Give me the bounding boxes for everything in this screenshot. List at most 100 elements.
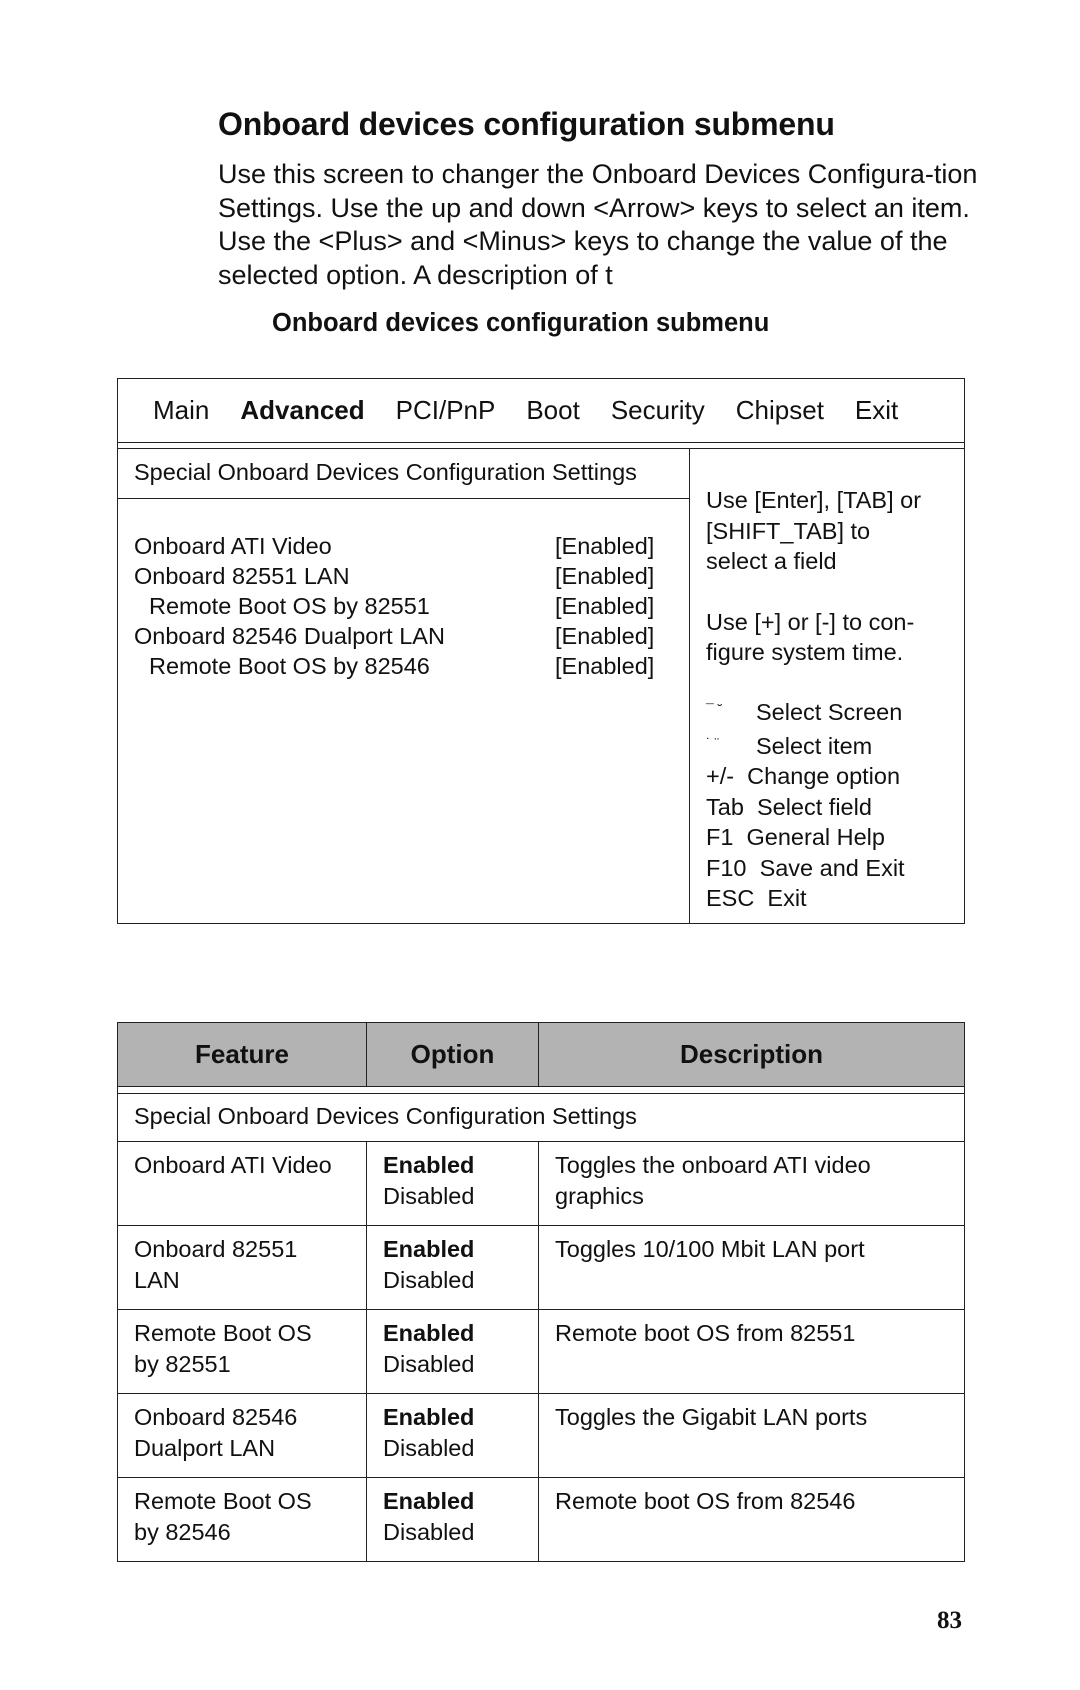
bios-menu-tab-pcipnp[interactable]: PCI/PnP (396, 395, 496, 426)
table-header: Feature Option Description (118, 1023, 964, 1087)
feature-text: Remote Boot OS (134, 1488, 312, 1514)
bios-menu-tab-main[interactable]: Main (153, 395, 209, 426)
header-description: Description (679, 1039, 824, 1069)
table-row: Remote Boot OS by 82546 Enabled Disabled Rem… (118, 1478, 964, 1561)
feature-text: Onboard 82551 (134, 1236, 298, 1262)
key-action: Select field (756, 793, 872, 820)
default-option: Enabled (383, 1236, 475, 1262)
help-text-line: figure system time. (706, 639, 904, 665)
key-action: Exit (767, 885, 807, 911)
feature-cell: Onboard ATI Video (118, 1142, 367, 1225)
key-name: ESC (706, 885, 755, 911)
key-action: Select item (756, 732, 873, 759)
description-cell: Toggles 10/100 Mbit LAN port (555, 1236, 865, 1262)
default-option: Enabled (383, 1404, 475, 1430)
setting-value: [Enabled] (555, 563, 655, 589)
option-cell: Enabled Disabled (367, 1394, 539, 1477)
bios-menu-tab-security[interactable]: Security (611, 395, 705, 426)
setting-label: Onboard 82551 LAN (134, 563, 350, 589)
option-cell: Enabled Disabled (367, 1142, 539, 1225)
option: Disabled (383, 1351, 475, 1377)
feature-text: by 82546 (134, 1519, 231, 1545)
bios-settings-pane: Special Onboard Devices Configuration Se… (118, 449, 690, 923)
divider (118, 1087, 964, 1094)
default-option: Enabled (383, 1152, 475, 1178)
bios-menu-tab-advanced[interactable]: Advanced (240, 395, 364, 426)
setting-value: [Enabled] (555, 533, 655, 559)
feature-cell: Remote Boot OS by 82546 (118, 1478, 367, 1561)
key-name: F10 (706, 854, 747, 881)
bios-menu-tab-boot[interactable]: Boot (526, 395, 580, 426)
feature-cell: Remote Boot OS by 82551 (118, 1310, 367, 1393)
figure-caption: Onboard devices configuration submenu (272, 309, 770, 337)
option: Disabled (383, 1183, 475, 1209)
key-legend-row: F1 General Help (706, 822, 905, 853)
description-cell: Toggles the onboard ATI video graphics (555, 1152, 871, 1209)
setting-label: Remote Boot OS by 82551 (149, 593, 430, 619)
header-feature: Feature (118, 1023, 367, 1086)
help-text-line: Use [+] or [-] to con- (706, 608, 915, 635)
key-legend-row: +/- Change option (706, 761, 905, 792)
table-row: Onboard 82551 LAN Enabled Disabled Toggles 1… (118, 1226, 964, 1310)
feature-text: Onboard 82546 (134, 1404, 298, 1430)
help-text-line: Use [Enter], [TAB] or (706, 487, 922, 513)
bios-menu-tab-chipset[interactable]: Chipset (736, 395, 824, 426)
key-legend-row: Tab Select field (706, 792, 905, 823)
bios-section-title: Special Onboard Devices Configuration Se… (118, 449, 689, 499)
bios-menu-tab-exit[interactable]: Exit (855, 395, 898, 426)
table-row: Remote Boot OS by 82551 Enabled Disabled Rem… (118, 1310, 964, 1394)
bios-help-pane: Use [Enter], [TAB] or [SHIFT_TAB] to selec… (706, 485, 956, 668)
key-legend-row: F10 Save and Exit (706, 853, 905, 884)
key-legend-row: ˙ ¨ Select item (706, 728, 905, 762)
key-action: Change option (747, 763, 901, 789)
default-option: Enabled (383, 1320, 475, 1346)
arrow-keys-icon: ˙ ¨ (706, 734, 720, 751)
help-text-line: [SHIFT_TAB] to (706, 517, 871, 544)
option-cell: Enabled Disabled (367, 1226, 539, 1309)
feature-text: Dualport LAN (134, 1435, 276, 1461)
feature-text: by 82551 (134, 1351, 231, 1377)
key-name: F1 (706, 824, 734, 850)
feature-text: Onboard ATI Video (134, 1152, 332, 1178)
key-name: +/- (706, 763, 735, 789)
bios-screen-figure: Main Advanced PCI/PnP Boot Security Chipset Ex… (117, 378, 965, 924)
section-heading: Onboard devices configuration submenu (218, 106, 835, 142)
setting-label: Onboard 82546 Dualport LAN (134, 623, 445, 649)
option: Disabled (383, 1267, 475, 1293)
header-option: Option (367, 1023, 539, 1086)
description-cell: Remote boot OS from 82546 (555, 1488, 856, 1514)
arrow-keys-icon: ¯ ˘ (706, 701, 723, 717)
table-row: Onboard 82546 Dualport LAN Enabled Disabled… (118, 1394, 964, 1478)
key-legend-row: ¯ ˘ Select Screen (706, 694, 905, 728)
bios-key-legend: ¯ ˘ Select Screen ˙ ¨ Select item +/- Change… (706, 694, 905, 914)
feature-table: Feature Option Description Special Onboa… (117, 1022, 965, 1562)
key-legend-row: ESC Exit (706, 883, 905, 914)
page-number: 83 (937, 1607, 962, 1634)
key-action: Select Screen (756, 699, 903, 725)
feature-cell: Onboard 82546 Dualport LAN (118, 1394, 367, 1477)
table-body: Onboard ATI Video Enabled Disabled Toggles … (118, 1142, 964, 1561)
key-action: General Help (746, 824, 885, 850)
option: Disabled (383, 1435, 475, 1461)
key-action: Save and Exit (759, 854, 905, 881)
option-cell: Enabled Disabled (367, 1310, 539, 1393)
setting-label: Onboard ATI Video (134, 533, 332, 559)
description-cell: Remote boot OS from 82551 (555, 1320, 856, 1346)
feature-cell: Onboard 82551 LAN (118, 1226, 367, 1309)
table-row: Onboard ATI Video Enabled Disabled Toggles … (118, 1142, 964, 1226)
key-name: Tab (706, 793, 744, 820)
intro-paragraph: Use this screen to changer the Onboard D… (218, 159, 978, 290)
help-text-line: select a field (706, 548, 837, 574)
description-cell: Toggles the Gigabit LAN ports (555, 1404, 868, 1430)
bios-menu-bar: Main Advanced PCI/PnP Boot Security Chipset Ex… (118, 379, 964, 443)
setting-value: [Enabled] (555, 593, 655, 619)
option-cell: Enabled Disabled (367, 1478, 539, 1561)
default-option: Enabled (383, 1488, 475, 1514)
setting-label: Remote Boot OS by 82546 (149, 653, 430, 679)
feature-text: LAN (134, 1267, 180, 1293)
setting-value: [Enabled] (555, 623, 655, 649)
option: Disabled (383, 1519, 475, 1545)
table-section-title: Special Onboard Devices Configuration Se… (118, 1094, 964, 1142)
setting-value: [Enabled] (555, 653, 655, 679)
